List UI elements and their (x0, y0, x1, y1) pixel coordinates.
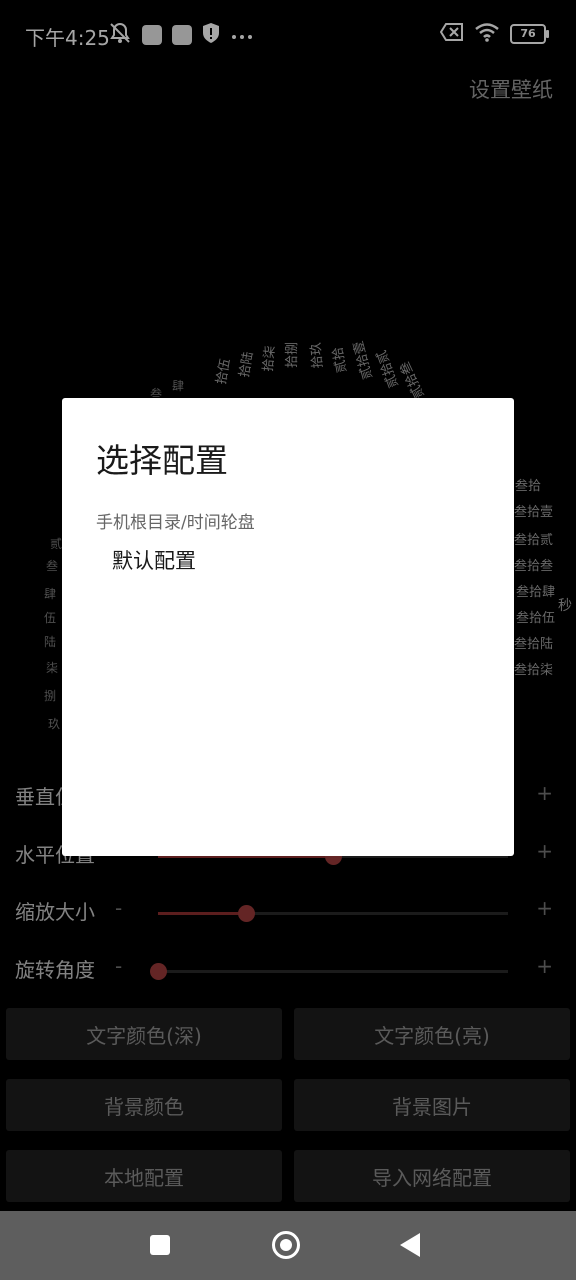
back-icon[interactable] (400, 1233, 420, 1257)
recents-icon[interactable] (150, 1235, 170, 1255)
config-list-item[interactable]: 默认配置 (112, 545, 196, 575)
dialog-path: 手机根目录/时间轮盘 (96, 513, 255, 533)
home-icon[interactable] (272, 1231, 300, 1259)
select-config-dialog: 选择配置 手机根目录/时间轮盘 默认配置 (62, 398, 514, 856)
navigation-bar (0, 1211, 576, 1280)
dialog-title: 选择配置 (96, 441, 228, 480)
